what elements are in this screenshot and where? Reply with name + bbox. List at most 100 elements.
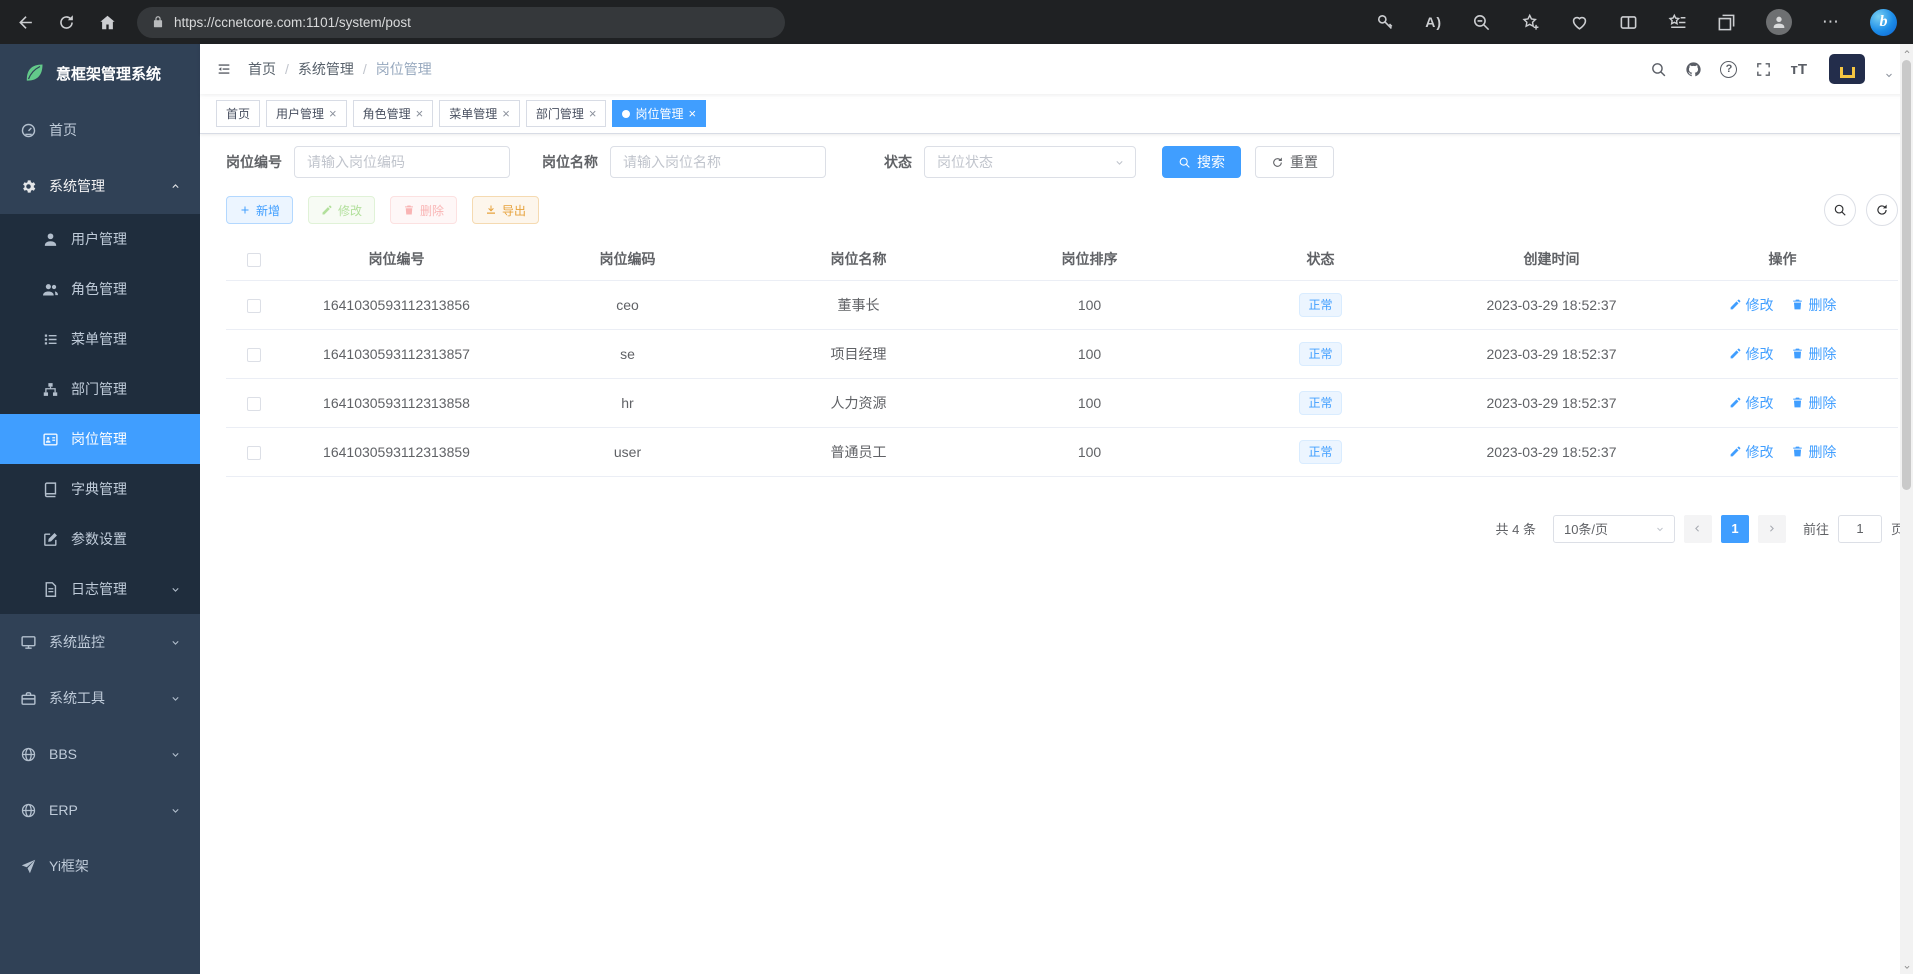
tab-menu-mgmt[interactable]: 菜单管理 ×: [439, 100, 520, 127]
browser-essentials-icon[interactable]: [1570, 13, 1589, 32]
globe-icon: [20, 802, 37, 819]
page-scrollbar[interactable]: [1900, 44, 1913, 974]
cell-post-sort: 100: [974, 427, 1205, 476]
edit-link[interactable]: 修改: [1729, 442, 1774, 462]
delete-link[interactable]: 删除: [1791, 442, 1836, 462]
close-icon[interactable]: ×: [502, 107, 510, 120]
delete-link-label: 删除: [1808, 344, 1836, 364]
close-icon[interactable]: ×: [688, 107, 696, 120]
favorites-icon[interactable]: [1668, 13, 1687, 32]
table-row: 1641030593112313858 hr 人力资源 100 正常 2023-…: [226, 378, 1898, 427]
edit-link-label: 修改: [1746, 295, 1774, 315]
zoom-out-icon[interactable]: [1472, 13, 1491, 32]
user-avatar[interactable]: [1829, 54, 1865, 84]
sidebar-item-system-mgmt[interactable]: 系统管理: [0, 158, 200, 214]
read-aloud-icon[interactable]: A): [1425, 14, 1442, 30]
users-icon: [42, 281, 59, 298]
add-button[interactable]: 新增: [226, 196, 293, 224]
status-select[interactable]: 岗位状态: [924, 146, 1136, 178]
toggle-search-button[interactable]: [1824, 194, 1856, 226]
collections-icon[interactable]: [1717, 13, 1736, 32]
sidebar-item-erp[interactable]: ERP: [0, 782, 200, 838]
cell-post-name: 董事长: [743, 280, 974, 329]
sidebar-item-menu-mgmt[interactable]: 菜单管理: [0, 314, 200, 364]
sidebar-item-log-mgmt[interactable]: 日志管理: [0, 564, 200, 614]
prev-page-button[interactable]: [1684, 515, 1712, 543]
tab-dept-mgmt[interactable]: 部门管理 ×: [526, 100, 607, 127]
url-text: https://ccnetcore.com:1101/system/post: [174, 15, 411, 30]
sidebar-item-yi-framework[interactable]: Yi框架: [0, 838, 200, 894]
sidebar-item-home[interactable]: 首页: [0, 102, 200, 158]
sidebar-toggle-icon[interactable]: [216, 61, 232, 77]
edit-link[interactable]: 修改: [1729, 344, 1774, 364]
sidebar-item-dept-mgmt[interactable]: 部门管理: [0, 364, 200, 414]
sidebar-item-param-settings[interactable]: 参数设置: [0, 514, 200, 564]
password-key-icon[interactable]: [1376, 13, 1395, 32]
menu-label: 系统监控: [49, 632, 105, 652]
row-checkbox[interactable]: [247, 397, 261, 411]
tab-user-mgmt[interactable]: 用户管理 ×: [266, 100, 347, 127]
avatar-caret-icon[interactable]: [1883, 69, 1895, 81]
breadcrumb-home[interactable]: 首页: [248, 59, 276, 79]
lock-icon[interactable]: [151, 15, 165, 29]
breadcrumb: 首页 / 系统管理 / 岗位管理: [248, 59, 432, 79]
sidebar-item-role-mgmt[interactable]: 角色管理: [0, 264, 200, 314]
bing-copilot-icon[interactable]: b: [1870, 9, 1897, 36]
edit-link[interactable]: 修改: [1729, 393, 1774, 413]
page-number-button[interactable]: 1: [1721, 515, 1749, 543]
export-button[interactable]: 导出: [472, 196, 539, 224]
close-icon[interactable]: ×: [416, 107, 424, 120]
sidebar-item-post-mgmt[interactable]: 岗位管理: [0, 414, 200, 464]
split-screen-icon[interactable]: [1619, 13, 1638, 32]
scrollbar-thumb[interactable]: [1902, 60, 1911, 490]
select-all-checkbox[interactable]: [247, 253, 261, 267]
cell-post-id: 1641030593112313859: [281, 427, 512, 476]
close-icon[interactable]: ×: [329, 107, 337, 120]
browser-home-icon[interactable]: [98, 13, 117, 32]
book-icon: [42, 481, 59, 498]
browser-refresh-icon[interactable]: [57, 13, 76, 32]
add-favorite-icon[interactable]: [1521, 13, 1540, 32]
help-icon[interactable]: ?: [1720, 61, 1737, 78]
back-icon[interactable]: [16, 13, 35, 32]
sidebar-item-bbs[interactable]: BBS: [0, 726, 200, 782]
browser-toolbar-right: A) ⋯ b: [1376, 9, 1897, 36]
browser-profile-avatar[interactable]: [1766, 9, 1792, 35]
edit-link[interactable]: 修改: [1729, 295, 1774, 315]
delete-link[interactable]: 删除: [1791, 393, 1836, 413]
scrollbar-up-arrow[interactable]: [1902, 44, 1912, 59]
sidebar-item-dict-mgmt[interactable]: 字典管理: [0, 464, 200, 514]
row-checkbox[interactable]: [247, 446, 261, 460]
reset-button[interactable]: 重置: [1255, 146, 1334, 178]
sidebar-item-user-mgmt[interactable]: 用户管理: [0, 214, 200, 264]
goto-page-input[interactable]: [1838, 515, 1882, 543]
page-size-select[interactable]: 10条/页: [1553, 515, 1675, 543]
row-checkbox[interactable]: [247, 299, 261, 313]
sidebar-item-system-monitor[interactable]: 系统监控: [0, 614, 200, 670]
font-size-icon[interactable]: тT: [1790, 61, 1807, 78]
delete-link[interactable]: 删除: [1791, 295, 1836, 315]
address-bar[interactable]: https://ccnetcore.com:1101/system/post: [137, 7, 785, 38]
header-search-icon[interactable]: [1650, 61, 1667, 78]
tab-post-mgmt[interactable]: 岗位管理 ×: [612, 100, 706, 127]
edit-button: 修改: [308, 196, 375, 224]
trash-icon: [403, 204, 415, 216]
fullscreen-icon[interactable]: [1755, 61, 1772, 78]
post-code-input[interactable]: [294, 146, 510, 178]
search-button[interactable]: 搜索: [1162, 146, 1241, 178]
row-checkbox[interactable]: [247, 348, 261, 362]
next-page-button[interactable]: [1758, 515, 1786, 543]
github-icon[interactable]: [1685, 61, 1702, 78]
delete-link[interactable]: 删除: [1791, 344, 1836, 364]
browser-menu-icon[interactable]: ⋯: [1822, 17, 1840, 27]
refresh-table-button[interactable]: [1866, 194, 1898, 226]
post-name-input[interactable]: [610, 146, 826, 178]
tab-home[interactable]: 首页: [216, 100, 260, 127]
tab-role-mgmt[interactable]: 角色管理 ×: [353, 100, 434, 127]
close-icon[interactable]: ×: [589, 107, 597, 120]
breadcrumb-system-mgmt[interactable]: 系统管理: [298, 59, 354, 79]
scrollbar-down-arrow[interactable]: [1902, 959, 1912, 974]
cell-post-code: se: [512, 329, 743, 378]
sidebar-item-system-tools[interactable]: 系统工具: [0, 670, 200, 726]
cell-post-sort: 100: [974, 378, 1205, 427]
